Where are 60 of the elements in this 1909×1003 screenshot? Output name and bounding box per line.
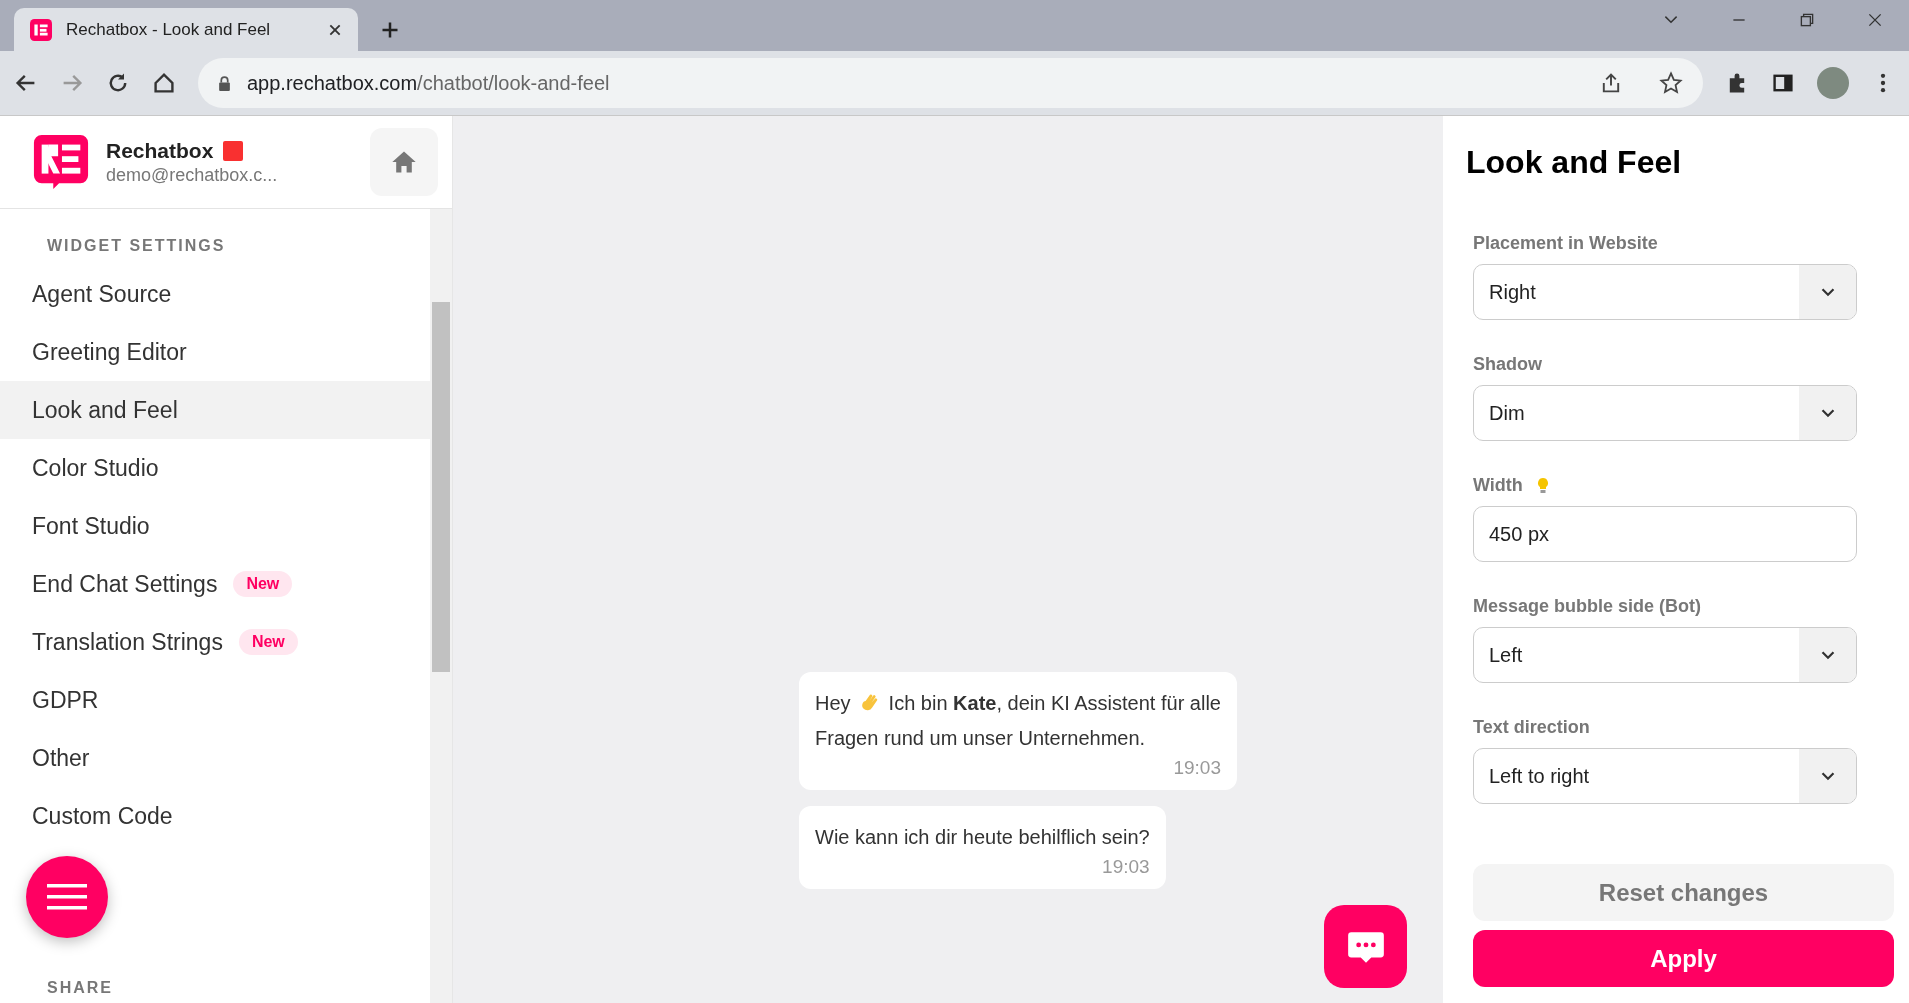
field-label: Width (1473, 475, 1523, 496)
chevron-down-icon (1819, 649, 1836, 661)
logo-icon (32, 133, 90, 191)
section-heading: SHARE (46, 979, 114, 998)
scrollbar[interactable] (430, 209, 452, 1003)
lightbulb-icon[interactable] (1536, 476, 1549, 495)
new-tab-icon[interactable] (380, 20, 400, 40)
message-time: 19:03 (1101, 855, 1150, 879)
chevron-down-icon (1819, 286, 1836, 298)
field-label: Message bubble side (Bot) (1473, 596, 1702, 617)
sidebar-item[interactable]: End Chat Settings New (0, 555, 430, 613)
field-label: Shadow (1473, 354, 1542, 375)
favicon-icon (30, 18, 52, 41)
status-square-icon (223, 140, 244, 161)
sidebar-item[interactable]: Agent Source (0, 265, 430, 323)
sidebar-item[interactable]: Color Studio (0, 439, 430, 497)
chevron-down-icon (1819, 770, 1836, 782)
account-email: demo@rechatbox.c... (106, 164, 279, 186)
sidebar-item[interactable]: GDPR (0, 671, 430, 729)
home-icon (391, 149, 417, 175)
sidebar-item[interactable]: Custom Code (0, 787, 430, 845)
close-icon[interactable] (1866, 11, 1884, 29)
sidebar-item[interactable]: Font Studio (0, 497, 430, 555)
message-text: Wie kann ich dir heute behilflich sein? (815, 826, 1150, 848)
profile-avatar[interactable] (1817, 67, 1849, 99)
account-name: Rechatbox (106, 138, 214, 163)
sidebar-item[interactable]: Look and Feel (0, 381, 430, 439)
message-text: Fragen rund um unser Unternehmen. (815, 727, 1146, 749)
input-field[interactable]: 450 px (1473, 506, 1857, 562)
menu-button[interactable] (26, 856, 108, 938)
address-bar[interactable]: app.rechatbox.com/chatbot/look-and-feel (198, 58, 1703, 108)
star-icon[interactable] (1659, 71, 1683, 95)
restore-icon[interactable] (1798, 11, 1816, 29)
field-label: Text direction (1473, 717, 1590, 738)
new-badge: New (238, 629, 298, 655)
new-badge: New (233, 571, 293, 597)
field-label: Placement in Website (1473, 233, 1658, 254)
sidebar-item[interactable]: Greeting Editor (0, 323, 430, 381)
section-heading: WIDGET SETTINGS (46, 236, 227, 256)
reset-button[interactable]: Reset changes (1473, 864, 1894, 921)
browser-tab[interactable]: Rechatbox - Look and Feel (14, 8, 358, 51)
sidebar-item[interactable]: Other (0, 729, 430, 787)
home-button[interactable] (370, 128, 438, 196)
lock-icon (218, 75, 231, 91)
menu-icon (47, 882, 87, 912)
sidebar-item[interactable]: Translation Strings New (0, 613, 430, 671)
dropdown[interactable]: Right (1473, 264, 1857, 320)
chevron-down-icon (1819, 407, 1836, 419)
message-time: 19:03 (1172, 756, 1221, 780)
home-icon[interactable] (152, 71, 176, 95)
apply-button[interactable]: Apply (1473, 930, 1894, 987)
message-text: Hey (815, 692, 851, 714)
close-icon[interactable] (328, 22, 342, 37)
panel-title: Look and Feel (1466, 144, 1683, 181)
chat-launcher-button[interactable] (1324, 905, 1407, 988)
message-text: Ich bin Kate, dein KI Assistent für alle (888, 692, 1221, 714)
dropdown[interactable]: Dim (1473, 385, 1857, 441)
dropdown[interactable]: Left to right (1473, 748, 1857, 804)
dropdown[interactable]: Left (1473, 627, 1857, 683)
scrollbar-thumb[interactable] (432, 302, 450, 672)
